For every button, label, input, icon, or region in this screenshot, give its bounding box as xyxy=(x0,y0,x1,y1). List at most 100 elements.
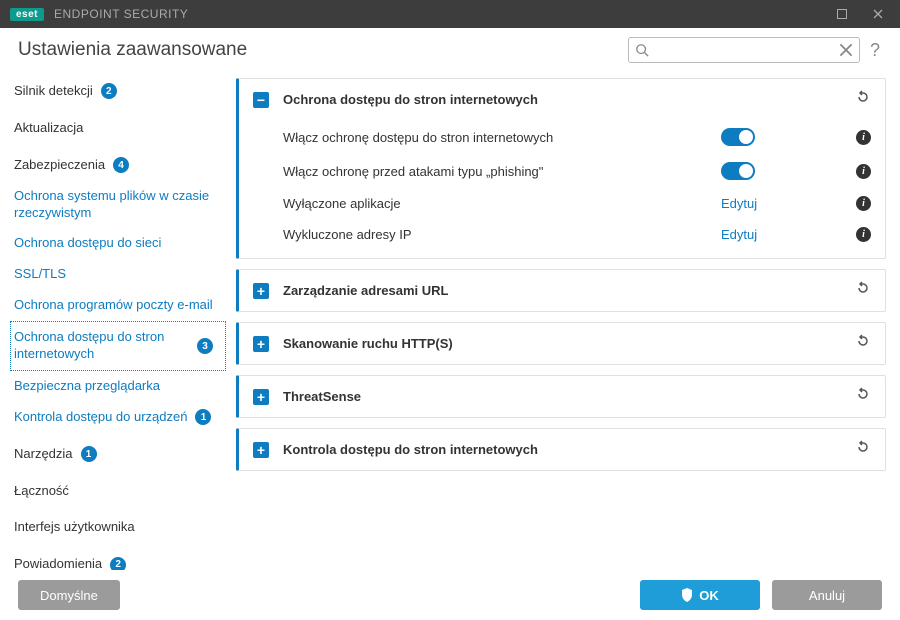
sidebar-item-web-access-protection[interactable]: Ochrona dostępu do stron internetowych 3 xyxy=(10,321,226,371)
sidebar: Silnik detekcji 2 Aktualizacja Zabezpiec… xyxy=(0,72,232,570)
window-close-button[interactable] xyxy=(860,0,896,28)
setting-row-excluded-apps: Wyłączone aplikacje Edytuj i xyxy=(283,188,871,219)
content-area: − Ochrona dostępu do stron internetowych… xyxy=(232,72,900,570)
sidebar-badge: 4 xyxy=(113,157,129,173)
setting-row-enable-phishing: Włącz ochronę przed atakami typu „phishi… xyxy=(283,154,871,188)
sidebar-item-ui[interactable]: Interfejs użytkownika xyxy=(0,512,232,543)
sidebar-item-detection-engine[interactable]: Silnik detekcji 2 xyxy=(0,76,232,107)
reset-button[interactable] xyxy=(855,280,871,301)
undo-icon xyxy=(855,280,871,296)
sidebar-item-protections[interactable]: Zabezpieczenia 4 xyxy=(0,150,232,181)
info-button[interactable]: i xyxy=(856,130,871,145)
panel-header[interactable]: + ThreatSense xyxy=(239,376,885,417)
panel-title: Kontrola dostępu do stron internetowych xyxy=(283,442,855,457)
search-box[interactable] xyxy=(628,37,860,63)
panel-header[interactable]: + Kontrola dostępu do stron internetowyc… xyxy=(239,429,885,470)
panel-header[interactable]: − Ochrona dostępu do stron internetowych xyxy=(239,79,885,120)
sidebar-item-label: Narzędzia xyxy=(14,446,73,463)
undo-icon xyxy=(855,386,871,402)
expand-icon: + xyxy=(253,336,269,352)
clear-search-icon[interactable] xyxy=(839,43,853,57)
setting-label: Włącz ochronę przed atakami typu „phishi… xyxy=(283,164,721,179)
edit-link[interactable]: Edytuj xyxy=(721,196,757,211)
sidebar-item-ssl-tls[interactable]: SSL/TLS xyxy=(0,259,232,290)
undo-icon xyxy=(855,333,871,349)
panel-web-access-control: + Kontrola dostępu do stron internetowyc… xyxy=(236,428,886,471)
sidebar-item-device-control[interactable]: Kontrola dostępu do urządzeń 1 xyxy=(0,402,232,433)
info-button[interactable]: i xyxy=(856,164,871,179)
sidebar-item-update[interactable]: Aktualizacja xyxy=(0,113,232,144)
edit-link[interactable]: Edytuj xyxy=(721,227,757,242)
reset-button[interactable] xyxy=(855,439,871,460)
sidebar-item-tools[interactable]: Narzędzia 1 xyxy=(0,439,232,470)
setting-label: Wykluczone adresy IP xyxy=(283,227,721,242)
sidebar-item-network-access[interactable]: Ochrona dostępu do sieci xyxy=(0,228,232,259)
panel-title: Ochrona dostępu do stron internetowych xyxy=(283,92,855,107)
sidebar-item-label: Powiadomienia xyxy=(14,556,102,570)
product-name: ENDPOINT SECURITY xyxy=(54,7,188,21)
sidebar-item-label: Ochrona systemu plików w czasie rzeczywi… xyxy=(14,188,220,222)
search-input[interactable] xyxy=(649,43,839,57)
close-icon xyxy=(873,9,883,19)
sidebar-item-label: SSL/TLS xyxy=(14,266,66,283)
panel-header[interactable]: + Zarządzanie adresami URL xyxy=(239,270,885,311)
window-maximize-button[interactable] xyxy=(824,0,860,28)
sidebar-item-label: Silnik detekcji xyxy=(14,83,93,100)
toggle-enable-phishing[interactable] xyxy=(721,162,755,180)
brand-logo: eset ENDPOINT SECURITY xyxy=(10,7,188,21)
sidebar-badge: 1 xyxy=(81,446,97,462)
footer: Domyślne OK Anuluj xyxy=(0,570,900,620)
header: Ustawienia zaawansowane ? xyxy=(0,28,900,72)
panel-web-access-protection: − Ochrona dostępu do stron internetowych… xyxy=(236,78,886,259)
panel-title: Skanowanie ruchu HTTP(S) xyxy=(283,336,855,351)
expand-icon: + xyxy=(253,389,269,405)
page-title: Ustawienia zaawansowane xyxy=(18,39,247,61)
undo-icon xyxy=(855,89,871,105)
panel-body: Włącz ochronę dostępu do stron interneto… xyxy=(239,120,885,258)
info-button[interactable]: i xyxy=(856,227,871,242)
reset-button[interactable] xyxy=(855,333,871,354)
expand-icon: + xyxy=(253,283,269,299)
setting-label: Wyłączone aplikacje xyxy=(283,196,721,211)
sidebar-item-notifications[interactable]: Powiadomienia 2 xyxy=(0,549,232,570)
sidebar-item-secure-browser[interactable]: Bezpieczna przeglądarka xyxy=(0,371,232,402)
sidebar-item-label: Łączność xyxy=(14,483,69,500)
sidebar-item-label: Ochrona dostępu do sieci xyxy=(14,235,161,252)
sidebar-item-email-protection[interactable]: Ochrona programów poczty e-mail xyxy=(0,290,232,321)
sidebar-item-label: Ochrona programów poczty e-mail xyxy=(14,297,213,314)
sidebar-item-label: Interfejs użytkownika xyxy=(14,519,135,536)
cancel-button[interactable]: Anuluj xyxy=(772,580,882,610)
panel-url-management: + Zarządzanie adresami URL xyxy=(236,269,886,312)
help-button[interactable]: ? xyxy=(870,40,880,61)
brand-badge: eset xyxy=(10,8,44,21)
square-icon xyxy=(837,9,847,19)
expand-icon: + xyxy=(253,442,269,458)
sidebar-item-label: Aktualizacja xyxy=(14,120,83,137)
info-button[interactable]: i xyxy=(856,196,871,211)
undo-icon xyxy=(855,439,871,455)
setting-label: Włącz ochronę dostępu do stron interneto… xyxy=(283,130,721,145)
panel-title: ThreatSense xyxy=(283,389,855,404)
defaults-button[interactable]: Domyślne xyxy=(18,580,120,610)
collapse-icon: − xyxy=(253,92,269,108)
shield-icon xyxy=(681,588,693,602)
search-icon xyxy=(635,43,649,57)
setting-row-excluded-ips: Wykluczone adresy IP Edytuj i xyxy=(283,219,871,250)
sidebar-badge: 1 xyxy=(195,409,211,425)
ok-button[interactable]: OK xyxy=(640,580,760,610)
panel-header[interactable]: + Skanowanie ruchu HTTP(S) xyxy=(239,323,885,364)
toggle-enable-web-protection[interactable] xyxy=(721,128,755,146)
panel-threatsense: + ThreatSense xyxy=(236,375,886,418)
sidebar-item-connectivity[interactable]: Łączność xyxy=(0,476,232,507)
sidebar-badge: 2 xyxy=(101,83,117,99)
panel-http-scan: + Skanowanie ruchu HTTP(S) xyxy=(236,322,886,365)
sidebar-item-label: Bezpieczna przeglądarka xyxy=(14,378,160,395)
reset-button[interactable] xyxy=(855,89,871,110)
ok-label: OK xyxy=(699,588,719,603)
sidebar-item-label: Kontrola dostępu do urządzeń xyxy=(14,409,187,426)
sidebar-item-label: Zabezpieczenia xyxy=(14,157,105,174)
reset-button[interactable] xyxy=(855,386,871,407)
setting-row-enable-web-protection: Włącz ochronę dostępu do stron interneto… xyxy=(283,120,871,154)
sidebar-badge: 3 xyxy=(197,338,213,354)
sidebar-item-realtime-fs[interactable]: Ochrona systemu plików w czasie rzeczywi… xyxy=(0,181,232,229)
